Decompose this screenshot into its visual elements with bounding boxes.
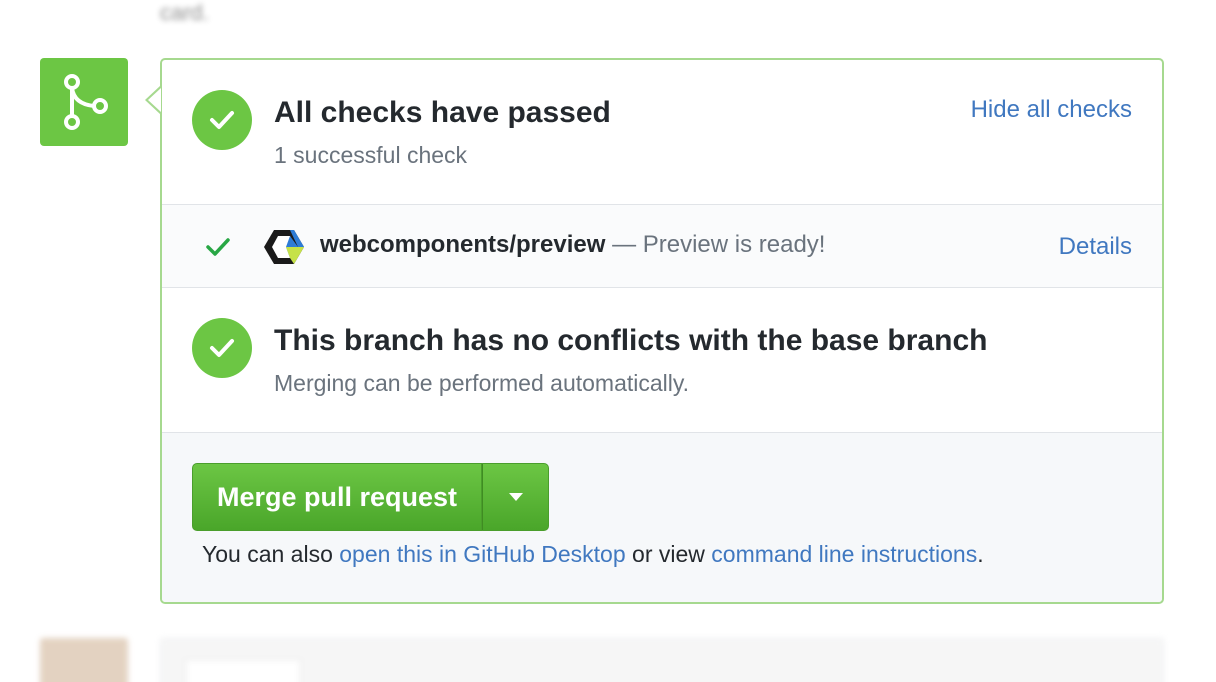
merge-section: Merge pull request You can also open thi… <box>162 432 1162 602</box>
avatar <box>40 638 128 682</box>
branch-status-section: This branch has no conflicts with the ba… <box>162 288 1162 432</box>
status-line: webcomponents/preview — Preview is ready… <box>320 231 825 259</box>
merge-alternatives-note: You can also open this in GitHub Desktop… <box>202 541 984 568</box>
checks-section: All checks have passed 1 successful chec… <box>162 60 1162 204</box>
editor-tab <box>185 659 301 682</box>
merge-status-card: All checks have passed 1 successful chec… <box>160 58 1164 604</box>
comment-composer-preview <box>0 630 1216 682</box>
branch-subtitle: Merging can be performed automatically. <box>274 370 690 396</box>
details-link[interactable]: Details <box>1059 233 1132 261</box>
card-pointer-fill <box>148 88 161 112</box>
branch-title: This branch has no conflicts with the ba… <box>274 324 988 357</box>
status-check-row: webcomponents/preview — Preview is ready… <box>162 204 1162 288</box>
comment-editor <box>160 638 1164 682</box>
previous-comment-text: card. <box>160 0 209 25</box>
webcomponents-logo-icon <box>264 229 304 270</box>
git-merge-icon <box>40 58 128 146</box>
check-circle-icon <box>192 318 252 378</box>
open-in-github-desktop-link[interactable]: open this in GitHub Desktop <box>339 541 625 567</box>
checks-title: All checks have passed <box>274 96 611 129</box>
merge-button-group: Merge pull request <box>192 463 550 531</box>
status-context-name: webcomponents/preview <box>320 231 606 258</box>
check-circle-icon <box>192 90 252 150</box>
merge-pull-request-button[interactable]: Merge pull request <box>192 463 483 531</box>
note-middle: or view <box>625 541 712 567</box>
merge-options-dropdown[interactable] <box>482 463 550 531</box>
note-suffix: . <box>977 541 984 567</box>
check-icon <box>204 235 232 262</box>
checks-subtitle: 1 successful check <box>274 142 468 168</box>
triangle-down-icon <box>508 493 523 501</box>
command-line-instructions-link[interactable]: command line instructions <box>711 541 977 567</box>
status-description: — Preview is ready! <box>612 231 826 258</box>
note-prefix: You can also <box>202 541 340 567</box>
hide-all-checks-link[interactable]: Hide all checks <box>971 96 1132 124</box>
